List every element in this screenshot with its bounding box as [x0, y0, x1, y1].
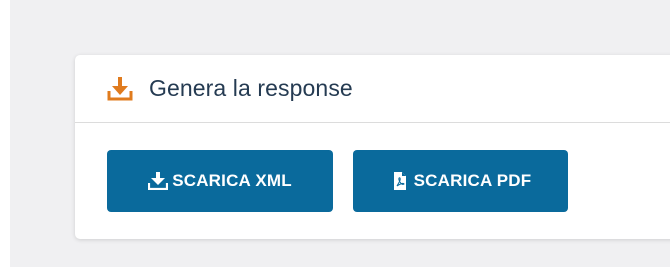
panel-actions: SCARICA XML SCARICA PDF	[75, 123, 670, 212]
download-xml-label: SCARICA XML	[172, 171, 292, 190]
download-tray-icon	[107, 76, 133, 102]
panel-header: Genera la response	[75, 55, 670, 123]
panel-title: Genera la response	[149, 75, 353, 101]
download-icon	[148, 172, 169, 190]
download-pdf-label: SCARICA PDF	[413, 171, 532, 190]
page-margin	[0, 0, 10, 267]
download-pdf-button[interactable]: SCARICA PDF	[353, 150, 568, 212]
download-xml-button[interactable]: SCARICA XML	[107, 150, 333, 212]
generate-response-panel: Genera la response SCARICA XML SCARICA P…	[75, 55, 670, 239]
pdf-file-icon	[390, 172, 410, 190]
